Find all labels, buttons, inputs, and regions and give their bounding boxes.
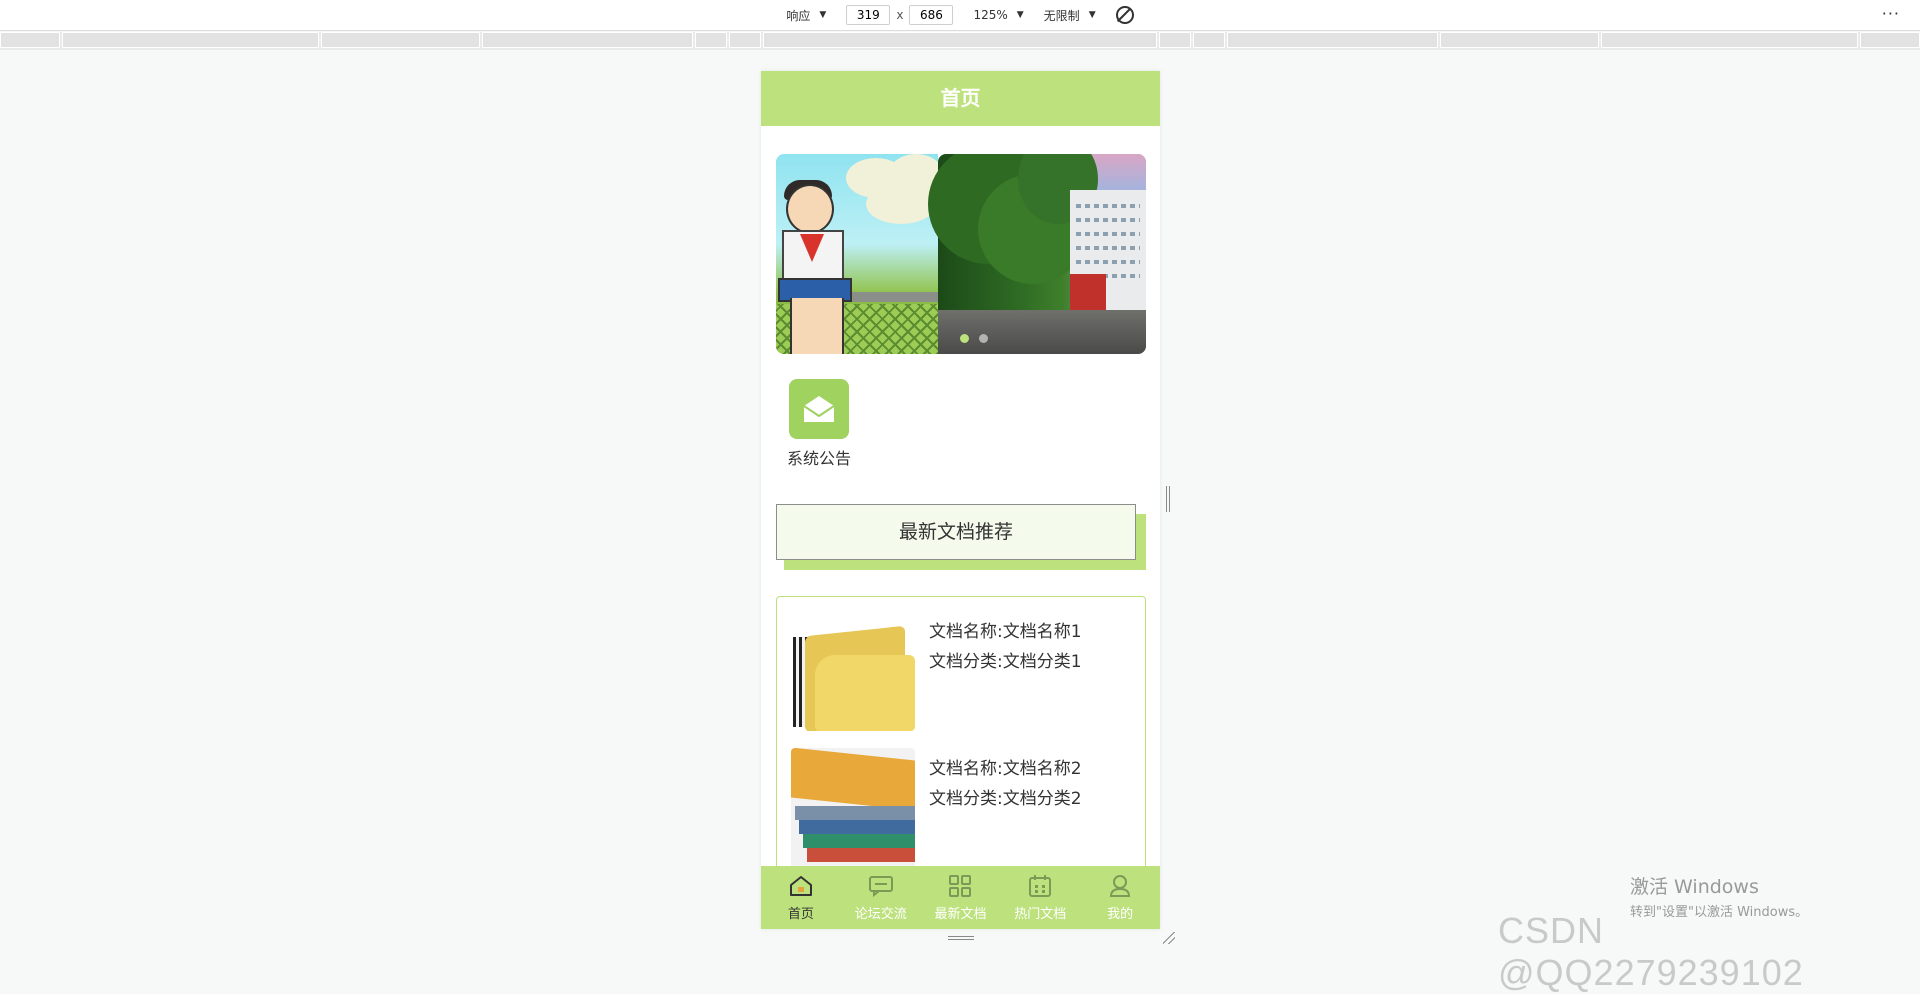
carousel-dot[interactable] (960, 334, 969, 343)
latest-docs-section-title: 最新文档推荐 (776, 504, 1146, 570)
responsive-dropdown[interactable]: 响应 ▼ (786, 7, 826, 24)
tab-label: 论坛交流 (854, 907, 907, 922)
banner-slide-campus (928, 154, 1146, 354)
zoom-label: 125% (973, 8, 1008, 22)
rotate-button[interactable] (1115, 6, 1134, 24)
tab-forum[interactable]: 论坛交流 (841, 866, 921, 929)
tab-hot-docs[interactable]: 热门文档 (1000, 866, 1080, 929)
document-category: 文档分类:文档分类1 (929, 652, 1082, 672)
media-query-ruler[interactable] (0, 32, 1920, 50)
page-header: 首页 (761, 71, 1160, 126)
home-icon (788, 873, 814, 899)
banner-carousel[interactable] (776, 154, 1146, 354)
bottom-tab-bar: 首页 论坛交流 最新文档 热门文档 我的 (761, 866, 1160, 929)
resize-handle-corner[interactable] (1163, 932, 1175, 944)
document-name: 文档名称:文档名称1 (929, 622, 1082, 642)
system-notice-label: 系统公告 (786, 449, 851, 468)
carousel-indicator[interactable] (960, 334, 988, 343)
tab-label: 热门文档 (1014, 907, 1067, 922)
height-input[interactable] (909, 5, 954, 25)
tab-mine[interactable]: 我的 (1080, 866, 1160, 929)
throttle-label: 无限制 (1043, 8, 1080, 23)
resize-handle-bottom[interactable] (948, 936, 974, 940)
carousel-dot[interactable] (979, 334, 988, 343)
list-item[interactable]: 文档名称:文档名称1 文档分类:文档分类1 (791, 611, 1131, 731)
document-thumbnail (791, 748, 915, 868)
devtools-device-toolbar: 响应 ▼ x 125% ▼ 无限制 ▼ ··· (0, 0, 1920, 31)
system-notice-entry[interactable]: 系统公告 (783, 379, 855, 469)
responsive-label: 响应 (786, 8, 811, 23)
section-title-text: 最新文档推荐 (776, 504, 1136, 560)
rotate-icon (1115, 6, 1134, 24)
chat-icon (868, 873, 894, 899)
user-icon (1107, 873, 1133, 899)
page-title: 首页 (940, 86, 981, 110)
tab-latest-docs[interactable]: 最新文档 (921, 866, 1001, 929)
more-options-icon[interactable]: ··· (1882, 4, 1900, 23)
caret-down-icon: ▼ (819, 10, 827, 20)
caret-down-icon: ▼ (1088, 10, 1096, 20)
device-viewport: 首页 系统公告 最新文档推荐 文档名称:文档名称1 文档分类:文档分类1 文档名… (761, 71, 1160, 929)
times-label: x (896, 8, 904, 22)
activation-title: 激活 Windows (1630, 876, 1759, 898)
throttle-dropdown[interactable]: 无限制 ▼ (1044, 7, 1096, 24)
document-name: 文档名称:文档名称2 (929, 759, 1082, 779)
document-category: 文档分类:文档分类2 (929, 789, 1082, 809)
resize-handle-right[interactable] (1166, 486, 1170, 512)
zoom-dropdown[interactable]: 125% ▼ (973, 8, 1023, 22)
grid-icon (947, 873, 973, 899)
envelope-icon (789, 379, 849, 439)
csdn-watermark: CSDN @QQ2279239102 (1498, 910, 1804, 993)
caret-down-icon: ▼ (1016, 10, 1024, 20)
banner-slide-cartoon (776, 154, 946, 354)
tab-label: 最新文档 (934, 907, 987, 922)
tab-label: 我的 (1107, 907, 1134, 922)
document-thumbnail (791, 611, 915, 731)
tab-home[interactable]: 首页 (761, 866, 841, 929)
width-input[interactable] (846, 5, 891, 25)
tab-label: 首页 (787, 907, 814, 922)
list-item[interactable]: 文档名称:文档名称2 文档分类:文档分类2 (791, 748, 1131, 868)
calendar-icon (1027, 873, 1053, 899)
